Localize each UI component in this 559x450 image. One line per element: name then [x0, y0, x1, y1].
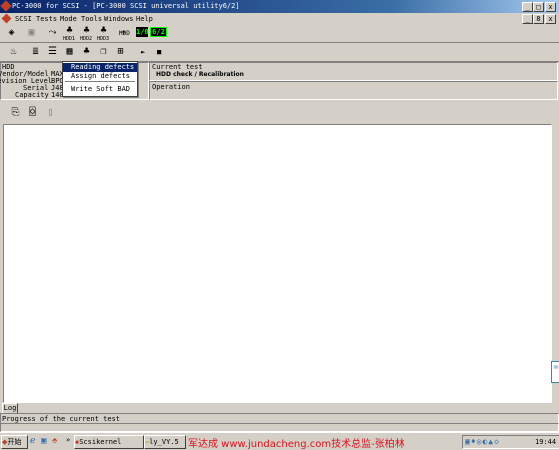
open-icon[interactable]: ⎘ — [9, 107, 22, 119]
list-icon[interactable]: ☰ — [46, 46, 59, 58]
lcd-right: 6/2 — [150, 27, 167, 37]
stop-button[interactable]: ■ — [157, 48, 161, 56]
capacity-label: Capacity — [15, 91, 49, 99]
operation-heading: Operation — [152, 83, 190, 91]
menu-mode[interactable]: Mode — [60, 15, 77, 23]
main-toolbar: ◈ ▣ ⤳ ♣ HDD1 ♣ HDD2 ♣ HDD3 ⇒ HDD 1/0 6/2 — [0, 24, 559, 43]
system-tray: ▣♦◎◐▲◇ 19:44 — [462, 435, 559, 449]
hdd-label: HDD — [119, 30, 130, 37]
copy-icon[interactable]: ❐ — [97, 46, 110, 58]
menu-item-reading-defects[interactable]: Reading defects — [63, 63, 137, 72]
tests-toolbar: ♨ ≣ ☰ ▦ ♣ ❐ ⊞ ► ■ — [0, 43, 559, 62]
menu-scsi[interactable]: SCSI — [15, 15, 32, 23]
quicklaunch-desktop-icon[interactable]: ▣ — [41, 436, 46, 446]
maximize-button[interactable]: □ — [533, 2, 544, 12]
title-bar: PC-3000 for SCSI - [PC-3000 SCSI univers… — [0, 0, 559, 13]
taskbar: ◆开始 ℯ ▣ ⬘ » ◆Scsikernel ▭ly_VY.5 军达成 www… — [0, 432, 559, 450]
eye-icon[interactable]: ◈ — [5, 27, 18, 39]
current-test-panel: Current test HDD check / Recalibration — [149, 62, 558, 81]
mdi-minimize-button[interactable]: _ — [522, 14, 533, 24]
minimize-button[interactable]: _ — [522, 2, 533, 12]
watermark-text: 军达成 www.jundacheng.com技术总监-张柏林 — [188, 439, 405, 450]
task-folder[interactable]: ▭ly_VY.5 — [144, 435, 186, 449]
arrow-icon[interactable]: ⤳ — [46, 27, 59, 39]
tray-icons[interactable]: ▣♦◎◐▲◇ — [465, 437, 500, 446]
drive-icon[interactable]: ♨ — [7, 46, 20, 58]
window-title: PC-3000 for SCSI - [PC-3000 SCSI univers… — [12, 2, 240, 10]
close-button[interactable]: x — [545, 2, 556, 12]
mdi-close-button[interactable]: x — [545, 14, 556, 24]
menu-tests[interactable]: Tests — [36, 15, 57, 23]
hdd2-label: HDD2 — [80, 36, 93, 42]
quicklaunch-app-icon[interactable]: ⬘ — [52, 436, 57, 446]
hdd3-label: HDD3 — [97, 36, 110, 42]
play-button[interactable]: ► — [141, 48, 145, 56]
menu-separator — [65, 81, 135, 83]
menu-windows[interactable]: Windows — [104, 15, 134, 23]
menu-help[interactable]: Help — [136, 15, 153, 23]
mdi-restore-button[interactable]: 8 — [533, 14, 544, 24]
start-button[interactable]: ◆开始 — [1, 435, 28, 449]
document-toolbar: ⎘ ⌺ ▯ — [0, 105, 559, 121]
side-tab-icon[interactable]: ✉ — [551, 361, 559, 383]
work-area[interactable] — [3, 124, 552, 403]
mdi-child-icon — [1, 13, 12, 24]
disk-icon[interactable]: ♣ — [80, 46, 93, 58]
quicklaunch-ie-icon[interactable]: ℯ — [30, 436, 35, 446]
save-icon[interactable]: ⌺ — [26, 107, 39, 119]
menu-bar: SCSI Tests Mode Tools Windows Help _ 8 x — [0, 13, 559, 24]
menu-item-write-soft-bad[interactable]: Write Soft BAD — [63, 85, 137, 94]
tests-dropdown-menu: Reading defects Assign defects Write Sof… — [62, 61, 138, 97]
grid-icon[interactable]: ▦ — [63, 46, 76, 58]
hdd1-label: HDD1 — [63, 36, 76, 42]
lcd-left: 1/0 — [136, 27, 149, 37]
connect-icon[interactable]: ▣ — [25, 27, 38, 39]
progress-label: Progress of the current test — [2, 415, 121, 423]
stack-icon[interactable]: ≣ — [29, 46, 42, 58]
app-icon — [0, 0, 12, 12]
menu-item-assign-defects[interactable]: Assign defects — [63, 72, 137, 81]
menu-tools[interactable]: Tools — [81, 15, 102, 23]
current-test-heading: Current test — [152, 63, 203, 71]
progress-bar — [0, 423, 559, 432]
table-icon[interactable]: ⊞ — [114, 46, 127, 58]
quicklaunch-more-icon[interactable]: » — [66, 436, 70, 444]
operation-panel: Operation — [149, 81, 558, 100]
clock: 19:44 — [535, 438, 557, 446]
print-icon[interactable]: ▯ — [44, 107, 57, 119]
task-scsikernel[interactable]: ◆Scsikernel — [74, 435, 144, 449]
current-test-value: HDD check / Recalibration — [156, 71, 244, 78]
